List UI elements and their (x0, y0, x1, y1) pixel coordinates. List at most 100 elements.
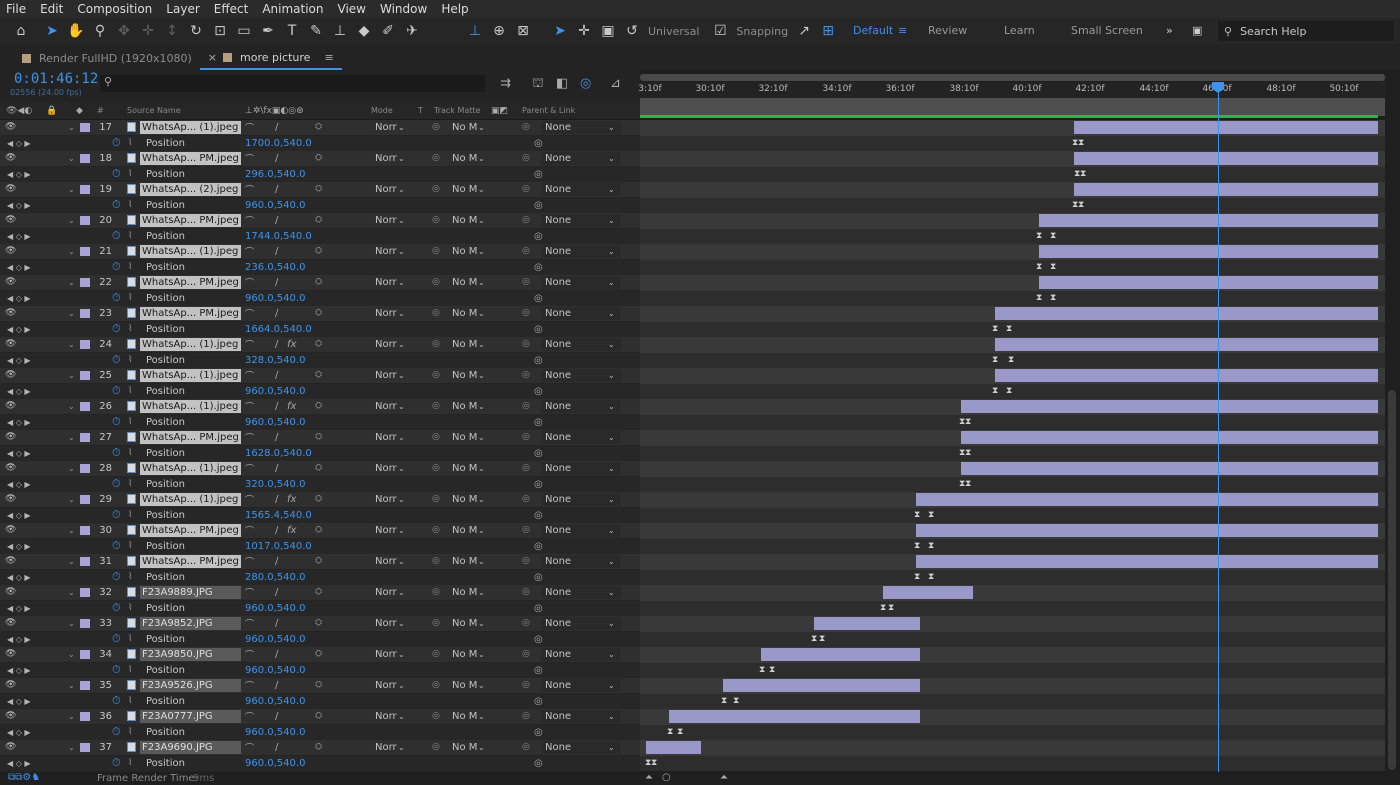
label-color-swatch[interactable] (80, 556, 90, 566)
parent-pickwhip-icon[interactable]: ◎ (522, 401, 530, 411)
layer-duration-bar[interactable] (961, 431, 1378, 444)
parent-pickwhip-icon[interactable]: ◎ (522, 711, 530, 721)
layer-name[interactable]: WhatsAp... PM.jpeg (140, 554, 241, 568)
parent-pickwhip-icon[interactable]: ◎ (522, 370, 530, 380)
stopwatch-icon[interactable]: ⏱ (112, 570, 121, 584)
twirl-down-icon[interactable]: ⌄ (68, 650, 75, 659)
eye-icon[interactable]: 👁 (5, 494, 16, 504)
parent-pickwhip-icon[interactable]: ◎ (522, 463, 530, 473)
chevron-down-icon[interactable]: ⌄ (398, 154, 405, 163)
3d-layer-icon[interactable]: ⛭ (315, 680, 322, 690)
label-color-swatch[interactable] (80, 122, 90, 132)
home-icon[interactable]: ⌂ (10, 20, 32, 42)
chevron-down-icon[interactable]: ⌄ (608, 557, 615, 566)
menu-effect[interactable]: Effect (207, 2, 256, 16)
layer-name[interactable]: F23A9690.JPG (140, 740, 241, 754)
pan-tool-icon[interactable]: ✛ (137, 20, 159, 42)
chevron-down-icon[interactable]: ⌄ (608, 309, 615, 318)
chevron-down-icon[interactable]: ⌄ (398, 309, 405, 318)
keyframe-icon[interactable]: ⧗ (928, 541, 934, 551)
stopwatch-icon[interactable]: ⏱ (112, 508, 121, 522)
layer-row[interactable]: 👁 ⌄ 26 WhatsAp... (1).jpeg ⌒ / fx ⛭ Norr ⌄ ◎ No M ⌄ ◎… (0, 399, 640, 415)
mode-dropdown[interactable]: Norr (375, 339, 397, 350)
layer-duration-bar[interactable] (1039, 276, 1378, 289)
pickwhip-icon[interactable]: ◎ (534, 448, 543, 459)
chevron-down-icon[interactable]: ⌄ (608, 402, 615, 411)
eye-icon[interactable]: 👁 (5, 401, 16, 411)
chevron-down-icon[interactable]: ⌄ (608, 681, 615, 690)
zoom-slider[interactable]: ○ (662, 772, 671, 783)
graph-icon[interactable]: ⌇ (128, 138, 132, 148)
track-matte-icon[interactable]: ◎ (432, 370, 440, 380)
layer-row[interactable]: 👁 ⌄ 22 WhatsAp... PM.jpeg ⌒ / ⛭ Norr ⌄ ◎ No M ⌄ ◎ Non… (0, 275, 640, 291)
pickwhip-icon[interactable]: ◎ (534, 665, 543, 676)
3d-layer-icon[interactable]: ⛭ (315, 153, 322, 163)
parent-pickwhip-icon[interactable]: ◎ (522, 525, 530, 535)
workspace-learn[interactable]: Learn (1004, 24, 1035, 37)
keyframe-nav-icon[interactable]: ◀ ◇ ▶ (7, 759, 31, 768)
3d-layer-icon[interactable]: ⛭ (315, 432, 322, 442)
keyframe-icon[interactable]: ⧗ (1050, 262, 1056, 272)
track-matte-icon[interactable]: ◎ (432, 215, 440, 225)
quality-switch-icon[interactable]: / (275, 401, 278, 412)
parent-pickwhip-icon[interactable]: ◎ (522, 153, 530, 163)
parent-pickwhip-icon[interactable]: ◎ (522, 556, 530, 566)
3d-layer-icon[interactable]: ⛭ (315, 556, 322, 566)
chevron-down-icon[interactable]: ⌄ (398, 464, 405, 473)
menu-window[interactable]: Window (373, 2, 434, 16)
zoom-out-icon[interactable]: ⏶ (645, 772, 653, 783)
stopwatch-icon[interactable]: ⏱ (112, 198, 121, 212)
stopwatch-icon[interactable]: ⏱ (112, 756, 121, 770)
mode-dropdown[interactable]: Norr (375, 587, 397, 598)
keyframe-icon[interactable]: ⧗ (1008, 355, 1014, 365)
axis-local-icon[interactable]: ⊥ (464, 20, 486, 42)
keyframe-nav-icon[interactable]: ◀ ◇ ▶ (7, 356, 31, 365)
3d-layer-icon[interactable]: ⛭ (315, 463, 322, 473)
keyframe-nav-icon[interactable]: ◀ ◇ ▶ (7, 449, 31, 458)
menu-layer[interactable]: Layer (159, 2, 206, 16)
chevron-down-icon[interactable]: ⌄ (478, 495, 485, 504)
graph-icon[interactable]: ⌇ (128, 169, 132, 179)
chevron-down-icon[interactable]: ⌄ (398, 247, 405, 256)
graph-icon[interactable]: ⌇ (128, 758, 132, 768)
stopwatch-icon[interactable]: ⏱ (112, 260, 121, 274)
parent-pickwhip-icon[interactable]: ◎ (522, 432, 530, 442)
keyframe-nav-icon[interactable]: ◀ ◇ ▶ (7, 263, 31, 272)
graph-icon[interactable]: ⌇ (128, 324, 132, 334)
twirl-down-icon[interactable]: ⌄ (68, 557, 75, 566)
shy-switch-icon[interactable]: ⌒ (245, 338, 254, 351)
keyframe-icon[interactable]: ⧗ (677, 727, 683, 737)
layer-name[interactable]: F23A9889.JPG (140, 585, 241, 599)
orbit-tool-icon[interactable]: ✥ (113, 20, 135, 42)
track-matte-icon[interactable]: ◎ (432, 122, 440, 132)
layer-duration-bar[interactable] (883, 586, 973, 599)
3d-layer-icon[interactable]: ⛭ (315, 587, 322, 597)
track-matte-dropdown[interactable]: No M (452, 215, 477, 226)
keyframe-icon[interactable]: ⧗ (1080, 169, 1086, 179)
track-matte-dropdown[interactable]: No M (452, 308, 477, 319)
track-matte-icon[interactable]: ◎ (432, 153, 440, 163)
parent-pickwhip-icon[interactable]: ◎ (522, 184, 530, 194)
anchor-tool-icon[interactable]: ⊡ (209, 20, 231, 42)
layer-row[interactable]: 👁 ⌄ 28 WhatsAp... (1).jpeg ⌒ / ⛭ Norr ⌄ ◎ No M ⌄ ◎ No… (0, 461, 640, 477)
layer-duration-bar[interactable] (723, 679, 920, 692)
graph-icon[interactable]: ⌇ (128, 355, 132, 365)
layer-name[interactable]: WhatsAp... (2).jpeg (140, 182, 241, 196)
twirl-down-icon[interactable]: ⌄ (68, 433, 75, 442)
layer-name[interactable]: WhatsAp... PM.jpeg (140, 213, 241, 227)
graph-icon[interactable]: ⌇ (128, 417, 132, 427)
stopwatch-icon[interactable]: ⏱ (112, 291, 121, 305)
chevron-down-icon[interactable]: ⌄ (608, 371, 615, 380)
position-value[interactable]: 1744.0,540.0 (245, 231, 312, 242)
chevron-down-icon[interactable]: ⌄ (398, 588, 405, 597)
parent-pickwhip-icon[interactable]: ◎ (522, 215, 530, 225)
3d-layer-icon[interactable]: ⛭ (315, 215, 322, 225)
chevron-down-icon[interactable]: ⌄ (608, 495, 615, 504)
shy-switch-icon[interactable]: ⌒ (245, 524, 254, 537)
graph-icon[interactable]: ⌇ (128, 572, 132, 582)
track-matte-icon[interactable]: ◎ (432, 246, 440, 256)
chevron-down-icon[interactable]: ⌄ (478, 247, 485, 256)
track-matte-dropdown[interactable]: No M (452, 370, 477, 381)
chevron-down-icon[interactable]: ⌄ (478, 185, 485, 194)
track-matte-icon[interactable]: ◎ (432, 494, 440, 504)
